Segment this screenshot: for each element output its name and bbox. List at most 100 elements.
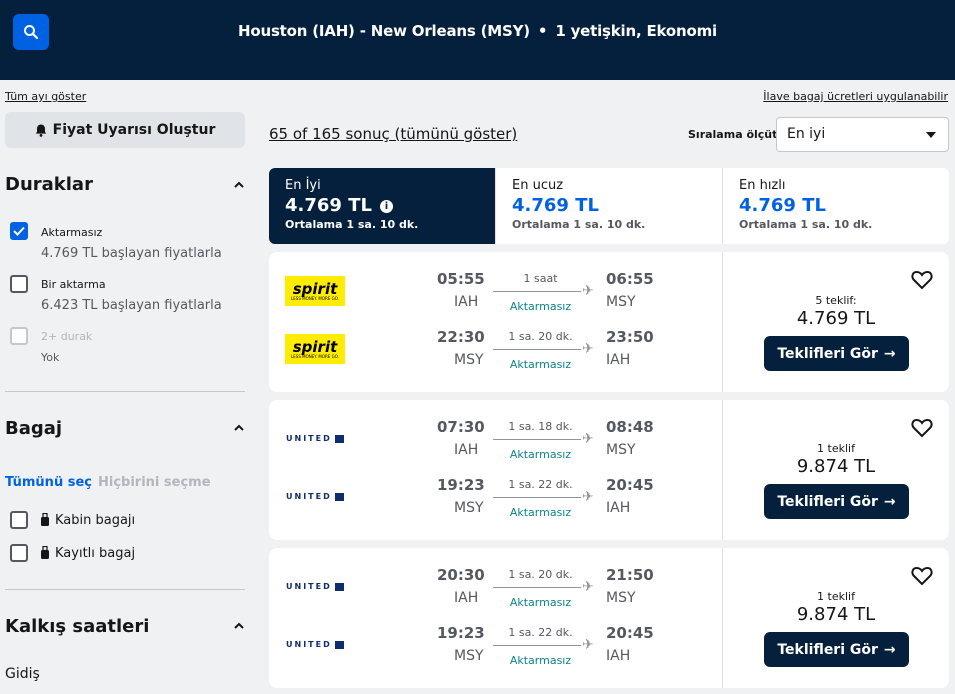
arrival-time: 20:45 [606,476,654,494]
departure-airport: IAH [454,590,479,606]
sort-value: En iyi [787,126,826,142]
tab-fastest[interactable]: En hızlı 4.769 TL Ortalama 1 sa. 10 dk. [723,168,949,244]
flight-leg-outbound: UNITED 20:30 IAH 1 sa. 20 dk. ✈ Aktarmas… [269,566,722,616]
arrival-time: 20:45 [606,624,654,642]
search-summary[interactable]: Houston (IAH) - New Orleans (MSY) • 1 yeti… [0,22,955,40]
results-count[interactable]: 65 of 165 sonuç (tümünü göster) [269,125,517,143]
arrival-airport: IAH [606,352,631,368]
divider [5,391,245,392]
cabin-bag-checkbox[interactable] [10,511,28,529]
nonstop-checkbox[interactable] [10,222,28,240]
select-none-link: Hiçbirini seçme [98,475,211,490]
stops-title: Duraklar [5,174,93,195]
view-deals-button[interactable]: Teklifleri Gör → [764,484,909,519]
globe-icon [334,640,344,649]
united-logo: UNITED [286,640,344,649]
tab-label: En İyi [285,178,321,193]
flight-duration: 1 sa. 20 dk. [508,330,573,343]
extra-fees-link[interactable]: İlave bagaj ücretleri uygulanabilir [763,90,948,103]
stops-label: Aktarmasız [509,300,572,313]
arrow-right-icon: → [883,641,896,658]
tab-average: Ortalama 1 sa. 10 dk. [739,218,873,231]
arrival-time: 08:48 [606,418,654,436]
tab-cheapest[interactable]: En ucuz 4.769 TL Ortalama 1 sa. 10 dk. [496,168,723,244]
select-all-link[interactable]: Tümünü seç [5,475,92,490]
departure-time: 05:55 [437,270,485,288]
tab-best[interactable]: En İyi 4.769 TL i Ortalama 1 sa. 10 dk. [269,168,496,244]
chevron-down-icon [926,132,936,138]
flight-duration: 1 saat [523,272,558,285]
spirit-logo: spirit LESS MONEY. MORE GO. [285,276,345,306]
arrival-time: 21:50 [606,566,654,584]
one-stop-price: 6.423 TL başlayan fiyatlarla [41,298,222,313]
price-alert-button[interactable]: Fiyat Uyarısı Oluştur [5,112,245,148]
departure-airport: MSY [454,352,484,368]
route-line [493,497,581,498]
flight-leg-return: UNITED 19:23 MSY 1 sa. 22 dk. ✈ Aktarmas… [269,476,722,526]
globe-icon [334,434,344,443]
info-icon[interactable]: i [379,200,393,213]
price-pane: 1 teklif 9.874 TL Teklifleri Gör → [722,400,949,540]
checked-bag-icon [41,546,49,559]
route-line [493,291,581,292]
route-line [493,645,581,646]
route-text: Houston (IAH) - New Orleans (MSY) [238,22,530,40]
departure-times-title: Kalkış saatleri [5,616,150,637]
offer-count: 1 teklif [817,442,855,455]
departure-airport: MSY [454,500,484,516]
arrow-right-icon: → [883,345,896,362]
view-deals-button[interactable]: Teklifleri Gör → [764,336,909,371]
sort-label: Sıralama ölçütü [688,128,786,141]
route-line [493,349,581,350]
cabin-bag-label: Kabin bagajı [55,513,136,528]
united-logo: UNITED [286,492,344,501]
arrival-airport: MSY [606,294,636,310]
price: 4.769 TL [796,308,876,329]
tab-label: En ucuz [512,178,564,193]
arrival-time: 06:55 [606,270,654,288]
flight-duration: 1 sa. 22 dk. [508,626,573,639]
two-plus-stops-checkbox [10,327,28,345]
stops-label: Aktarmasız [509,358,572,371]
tab-average: Ortalama 1 sa. 10 dk. [285,218,419,231]
outbound-label: Gidiş [5,666,40,682]
nonstop-label: Aktarmasız [41,226,103,239]
chevron-up-icon[interactable] [233,620,245,632]
chevron-up-icon[interactable] [233,179,245,191]
flight-leg-return: spirit LESS MONEY. MORE GO. 22:30 MSY 1 s… [269,328,722,378]
price-pane: 1 teklif 9.874 TL Teklifleri Gör → [722,548,949,688]
top-header: Houston (IAH) - New Orleans (MSY) • 1 yeti… [0,0,955,80]
heart-icon[interactable] [911,418,933,438]
passengers-text: 1 yetişkin, Ekonomi [555,22,717,40]
departure-time: 20:30 [437,566,485,584]
price-pane: 5 teklif: 4.769 TL Teklifleri Gör → [722,252,949,392]
heart-icon[interactable] [911,566,933,586]
flight-card[interactable]: UNITED 07:30 IAH 1 sa. 18 dk. ✈ Aktarmas… [269,400,949,540]
checked-bag-label: Kayıtlı bagaj [55,546,136,561]
two-plus-stops-label: 2+ durak [41,330,93,343]
offer-count: 1 teklif [817,590,855,603]
one-stop-checkbox[interactable] [10,275,28,293]
stops-label: Aktarmasız [509,596,572,609]
arrival-airport: MSY [606,442,636,458]
flight-leg-return: UNITED 19:23 MSY 1 sa. 22 dk. ✈ Aktarmas… [269,624,722,674]
chevron-up-icon[interactable] [233,422,245,434]
view-deals-button[interactable]: Teklifleri Gör → [764,632,909,667]
tab-label: En hızlı [739,178,786,193]
tab-price: 4.769 TL i [285,195,479,216]
departure-airport: MSY [454,648,484,664]
one-stop-label: Bir aktarma [41,278,106,291]
heart-icon[interactable] [911,270,933,290]
stops-label: Aktarmasız [509,506,572,519]
flight-card[interactable]: spirit LESS MONEY. MORE GO. 05:55 IAH 1 s… [269,252,949,392]
separator-dot: • [537,22,548,40]
arrival-airport: MSY [606,590,636,606]
globe-icon [334,492,344,501]
tab-average: Ortalama 1 sa. 10 dk. [512,218,646,231]
airplane-icon: ✈ [582,489,594,505]
flight-card[interactable]: UNITED 20:30 IAH 1 sa. 20 dk. ✈ Aktarmas… [269,548,949,688]
checked-bag-checkbox[interactable] [10,544,28,562]
sort-select[interactable]: En iyi [776,117,949,152]
airplane-icon: ✈ [582,579,594,595]
show-month-link[interactable]: Tüm ayı göster [5,90,86,103]
